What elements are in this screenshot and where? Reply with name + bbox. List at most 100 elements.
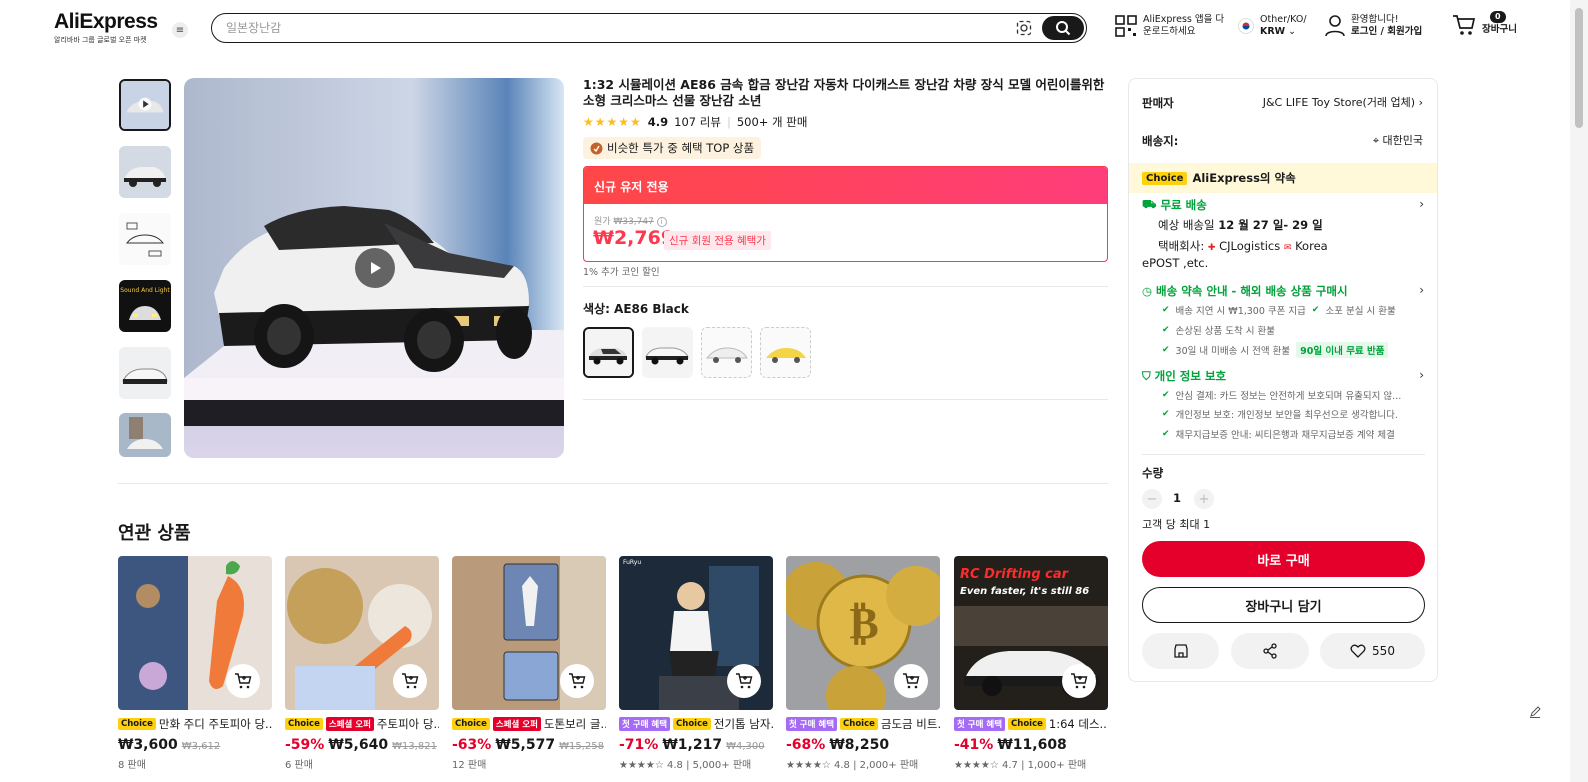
top-header: AliExpress 알리바바 그룹 글로벌 오픈 마켓 ≡ AliExpres… <box>0 0 1588 58</box>
related-product-card[interactable]: Choice 만화 주디 주토피아 당... ₩3,600 ₩3,612 8 판매 <box>118 556 272 771</box>
related-products-title: 연관 상품 <box>118 523 191 544</box>
top-deal-badge[interactable]: 비슷한 특가 중 혜택 TOP 상품 <box>583 137 762 159</box>
cart-plus-icon <box>402 673 419 689</box>
choice-promise-text: AliExpress의 약속 <box>1192 171 1296 185</box>
add-to-cart-icon-button[interactable] <box>560 664 594 698</box>
login-signup-link[interactable]: 로그인 / 회원가입 <box>1351 26 1422 37</box>
feedback-edit-button[interactable] <box>1524 701 1546 723</box>
product-image[interactable]: ₿ <box>786 556 940 710</box>
quantity-decrease-button[interactable]: − <box>1142 489 1162 509</box>
car-street-thumbnail <box>119 413 171 457</box>
gallery-thumb-4[interactable]: Sound And Light <box>119 280 171 332</box>
free-shipping-label: 무료 배송 <box>1160 198 1207 212</box>
price: ₩3,600 <box>118 737 178 753</box>
product-name[interactable]: 1:64 데스... <box>1049 716 1108 732</box>
add-to-cart-icon-button[interactable] <box>1062 664 1096 698</box>
account-menu[interactable]: 환영합니다! 로그인 / 회원가입 <box>1325 14 1422 38</box>
rating-row[interactable]: ★★★★★ 4.9 107 리뷰 | 500+ 개 판매 <box>583 114 807 130</box>
privacy-heading[interactable]: ⛉ 개인 정보 보호 <box>1142 368 1226 384</box>
play-video-button[interactable] <box>355 248 395 288</box>
product-name-row: Choice 스페셜 오퍼 주토피아 당... <box>285 716 439 732</box>
promise-item-4-text: 30일 내 미배송 시 전액 환불 <box>1175 346 1291 357</box>
related-product-card[interactable]: ₿ 첫 구매 혜택Choice금도금 비트... -68%₩8,250 ★★★★… <box>786 556 940 771</box>
price-box: 신규 유저 전용 원가 ₩33,747 i ₩2,769 신규 회원 전용 혜택… <box>583 166 1108 262</box>
delivery-estimate: 예상 배송일 12 월 27 일- 29 일 <box>1158 217 1323 233</box>
check-icon: ✔ <box>1162 345 1170 355</box>
color-option-ae86-black[interactable] <box>583 327 634 378</box>
add-to-cart-icon-button[interactable] <box>226 664 260 698</box>
app-download-line2: 운로드하세요 <box>1143 26 1196 37</box>
logo-text[interactable]: AliExpress <box>54 10 158 34</box>
sound-light-thumbnail: Sound And Light <box>119 280 171 332</box>
truck-icon: ⛟ <box>1142 197 1157 211</box>
product-name-row: 첫 구매 혜택Choice금도금 비트... <box>786 716 940 732</box>
search-input[interactable] <box>226 19 986 37</box>
gallery-thumb-6[interactable] <box>119 413 171 457</box>
product-image[interactable] <box>285 556 439 710</box>
share-button[interactable] <box>1231 633 1309 669</box>
quantity-value[interactable]: 1 <box>1173 491 1181 505</box>
carriers-line: 택배회사: ✚ CJLogistics ✉ Korea <box>1158 238 1328 256</box>
quantity-label: 수량 <box>1142 466 1164 480</box>
currency-label: KRW <box>1260 26 1286 37</box>
price-row: -68% ₩8,250 <box>786 737 940 753</box>
categories-menu-icon[interactable]: ≡ <box>172 22 188 38</box>
chevron-right-icon[interactable]: › <box>1419 368 1424 382</box>
product-name[interactable]: 주토피아 당... <box>377 716 439 732</box>
scrollbar-thumb[interactable] <box>1575 8 1583 128</box>
promise-item-3-text: 손상된 상품 도착 시 환불 <box>1175 326 1276 337</box>
related-product-card[interactable]: FuRyu 첫 구매 혜택Choice전기톱 남자... -71%₩1,217₩… <box>619 556 773 771</box>
image-search-icon[interactable] <box>1016 20 1032 36</box>
special-offer-tag: 스페셜 오퍼 <box>325 717 374 731</box>
buy-now-button[interactable]: 바로 구매 <box>1142 541 1425 577</box>
search-button[interactable] <box>1042 16 1084 40</box>
aliexpress-logo[interactable]: AliExpress 알리바바 그룹 글로벌 오픈 마켓 <box>54 10 158 45</box>
check-icon: ✔ <box>1311 305 1320 315</box>
page-scrollbar[interactable] <box>1570 0 1588 782</box>
add-to-cart-icon-button[interactable] <box>393 664 427 698</box>
product-image[interactable]: RC Drifting car Even faster, it's still 8… <box>954 556 1108 710</box>
chevron-right-icon[interactable]: › <box>1419 197 1424 211</box>
quantity-increase-button[interactable]: + <box>1194 489 1214 509</box>
related-product-card[interactable]: Choice 스페셜 오퍼 주토피아 당... -59% ₩5,640 ₩13,821 … <box>285 556 439 771</box>
free-shipping-heading[interactable]: ⛟ 무료 배송 <box>1142 197 1207 213</box>
cj-logo-icon: ✚ <box>1207 243 1216 253</box>
gallery-thumb-2[interactable] <box>119 146 171 198</box>
seller-link[interactable]: J&C LIFE Toy Store(거래 업체) › <box>1263 94 1423 110</box>
choice-tag: Choice <box>452 718 490 730</box>
color-option-white-sports[interactable] <box>701 327 752 378</box>
product-name[interactable]: 도톤보리 글... <box>544 716 606 732</box>
privacy-item-1-text: 안심 결제: 카드 정보는 안전하게 보호되며 유출되지 않... <box>1175 391 1402 402</box>
gallery-thumb-video[interactable] <box>119 79 171 131</box>
product-image[interactable]: FuRyu <box>619 556 773 710</box>
related-product-card[interactable]: RC Drifting car Even faster, it's still 8… <box>954 556 1108 771</box>
product-name[interactable]: 전기톱 남자... <box>714 716 773 732</box>
color-option-yellow-sports[interactable] <box>760 327 811 378</box>
gallery-thumb-5[interactable] <box>119 347 171 399</box>
review-count[interactable]: 107 리뷰 <box>674 114 721 130</box>
locale-selector[interactable]: Other/KO/KRW ⌄ <box>1238 14 1307 38</box>
delivery-dates: 12 월 27 일- 29 일 <box>1218 218 1323 232</box>
add-to-cart-icon-button[interactable] <box>894 664 928 698</box>
related-product-card[interactable]: Choice 스페셜 오퍼 도톤보리 글... -63% ₩5,577 ₩15,258 … <box>452 556 606 771</box>
product-image[interactable] <box>118 556 272 710</box>
info-icon[interactable]: i <box>656 217 667 227</box>
add-to-cart-button[interactable]: 장바구니 담기 <box>1142 587 1425 623</box>
gallery-thumb-3[interactable] <box>119 213 171 265</box>
chevron-right-icon[interactable]: › <box>1419 283 1424 297</box>
product-name[interactable]: 만화 주디 주토피아 당... <box>159 716 272 732</box>
first-purchase-tag: 첫 구매 혜택 <box>786 717 838 731</box>
color-option-ae86-white[interactable] <box>642 327 693 378</box>
cart-link[interactable]: 0 장바구니 <box>1452 11 1517 36</box>
promise-item-1: ✔ 배송 지연 시 ₩1,300 쿠폰 지급 ✔ 소포 분실 시 환불 <box>1162 303 1396 317</box>
carriers-label: 택배회사: <box>1158 239 1205 253</box>
delivery-promise-heading[interactable]: ◷ 배송 약속 안내 - 해외 배송 상품 구매시 <box>1142 283 1348 299</box>
ship-to-selector[interactable]: ⌖ 대한민국 <box>1373 132 1423 148</box>
wishlist-button[interactable]: 550 <box>1320 633 1425 669</box>
main-product-image[interactable] <box>184 78 564 458</box>
product-image[interactable] <box>452 556 606 710</box>
add-to-cart-icon-button[interactable] <box>727 664 761 698</box>
product-name[interactable]: 금도금 비트... <box>881 716 940 732</box>
store-button[interactable] <box>1142 633 1219 669</box>
app-download[interactable]: AliExpress 앱을 다 운로드하세요 <box>1115 14 1224 38</box>
